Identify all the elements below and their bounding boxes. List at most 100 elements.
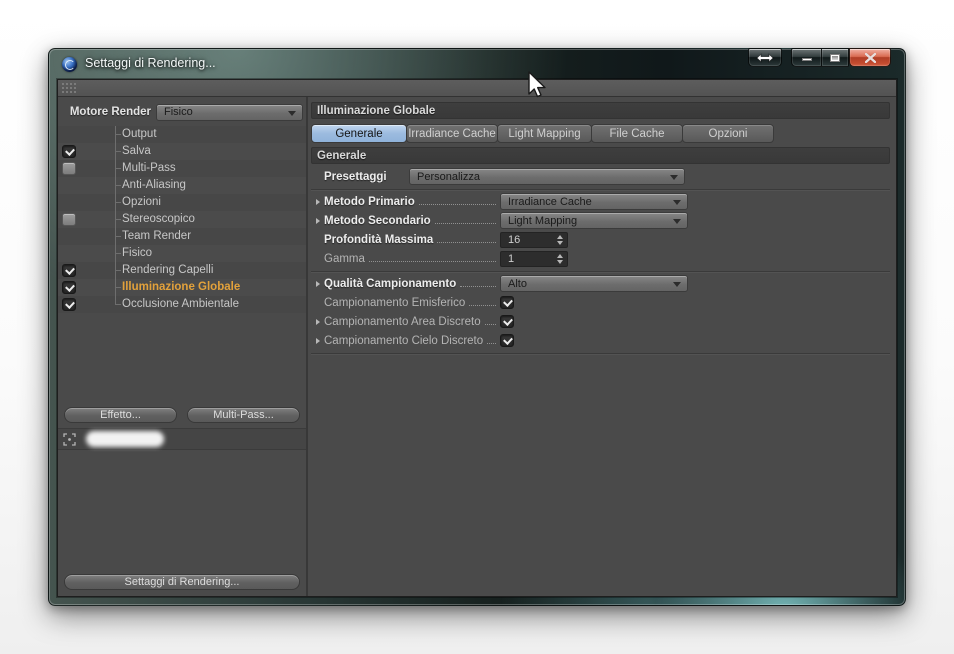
render-settings-button[interactable]: Settaggi di Rendering... <box>64 574 300 590</box>
tab-file-cache[interactable]: File Cache <box>591 124 683 143</box>
desktop: { "window": { "title": "Settaggi di Rend… <box>0 0 954 654</box>
campionamento-emisferico-checkbox[interactable] <box>500 296 514 309</box>
checkbox-unchecked[interactable] <box>62 162 76 175</box>
param-metodo-primario: Metodo Primario Irradiance Cache <box>311 192 890 211</box>
horizontal-resize-icon <box>756 52 774 63</box>
param-label: Campionamento Cielo Discreto <box>324 334 484 347</box>
render-engine-select[interactable]: Fisico <box>156 103 303 121</box>
expand-arrow-icon[interactable] <box>315 337 320 344</box>
client-area: Motore Render Fisico Output Salva Multi-… <box>57 79 897 597</box>
resize-button[interactable] <box>748 48 782 67</box>
sidebar-item-output[interactable]: Output <box>58 126 306 143</box>
dot-leader <box>418 204 496 205</box>
param-gamma: Gamma 1 <box>311 249 890 268</box>
tab-irradiance-cache[interactable]: Irradiance Cache <box>406 124 498 143</box>
window-title: Settaggi di Rendering... <box>85 56 216 70</box>
expand-arrow-icon[interactable] <box>315 198 320 205</box>
panel-header: Illuminazione Globale <box>311 102 890 119</box>
spinner-arrows-icon[interactable] <box>557 253 563 264</box>
qualita-campionamento-select[interactable]: Alto <box>500 275 688 292</box>
section-header: Generale <box>311 147 890 164</box>
param-qualita-campionamento: Qualità Campionamento Alto <box>311 274 890 293</box>
sidebar-item-team-render[interactable]: Team Render <box>58 228 306 245</box>
sidebar-item-rendering-capelli[interactable]: Rendering Capelli <box>58 262 306 279</box>
render-settings-window: Settaggi di Rendering... Motore Render F… <box>48 48 906 606</box>
param-label: Profondità Massima <box>324 233 434 246</box>
effect-button[interactable]: Effetto... <box>64 407 177 423</box>
checkbox-checked[interactable] <box>62 264 76 277</box>
tab-opzioni[interactable]: Opzioni <box>682 124 774 143</box>
minimize-icon <box>801 58 812 61</box>
sidebar-item-salva[interactable]: Salva <box>58 143 306 160</box>
minimize-button[interactable] <box>791 48 821 67</box>
target-brackets-icon <box>63 432 76 446</box>
sidebar-item-multi-pass[interactable]: Multi-Pass <box>58 160 306 177</box>
illumination-panel: Illuminazione Globale Generale Irradianc… <box>308 97 896 596</box>
checkbox-checked[interactable] <box>62 298 76 311</box>
settings-sidebar: Motore Render Fisico Output Salva Multi-… <box>58 97 308 596</box>
profondita-massima-input[interactable]: 16 <box>500 231 568 248</box>
param-profondita-massima: Profondità Massima 16 <box>311 230 890 249</box>
dot-leader <box>434 223 496 224</box>
close-button[interactable] <box>849 48 891 67</box>
param-label: Presettaggi <box>324 170 387 183</box>
sidebar-item-occlusione-ambientale[interactable]: Occlusione Ambientale <box>58 296 306 313</box>
checkbox-checked[interactable] <box>62 145 76 158</box>
maximize-icon <box>830 53 840 62</box>
param-label: Campionamento Emisferico <box>324 296 466 309</box>
chevron-down-icon <box>288 110 296 116</box>
grip-handle-icon[interactable] <box>61 82 77 94</box>
param-campionamento-emisferico: Campionamento Emisferico <box>311 293 890 312</box>
chevron-down-icon <box>673 219 681 224</box>
dot-leader <box>460 286 496 287</box>
chevron-down-icon <box>670 175 678 180</box>
tab-generale[interactable]: Generale <box>311 124 407 143</box>
param-presettaggi: Presettaggi Personalizza <box>311 167 890 186</box>
metodo-primario-select[interactable]: Irradiance Cache <box>500 193 688 210</box>
settings-tree: Output Salva Multi-Pass Anti-Aliasing Op… <box>58 126 306 313</box>
metodo-secondario-select[interactable]: Light Mapping <box>500 212 688 229</box>
sidebar-item-anti-aliasing[interactable]: Anti-Aliasing <box>58 177 306 194</box>
tab-light-mapping[interactable]: Light Mapping <box>497 124 592 143</box>
dot-leader <box>487 343 496 344</box>
param-campionamento-area-discreto: Campionamento Area Discreto <box>311 312 890 331</box>
render-engine-label: Motore Render <box>69 106 151 118</box>
dot-leader <box>469 305 496 306</box>
tab-bar: Generale Irradiance Cache Light Mapping … <box>311 124 890 143</box>
sidebar-item-fisico[interactable]: Fisico <box>58 245 306 262</box>
separator <box>311 353 890 354</box>
param-label: Gamma <box>324 252 365 265</box>
bottom-button-wrap: Settaggi di Rendering... <box>58 574 306 590</box>
render-engine-row: Motore Render Fisico <box>61 102 303 122</box>
gamma-input[interactable]: 1 <box>500 250 568 267</box>
checkbox-unchecked[interactable] <box>62 213 76 226</box>
effects-button-row: Effetto... Multi-Pass... <box>64 407 300 423</box>
sidebar-item-stereoscopico[interactable]: Stereoscopico <box>58 211 306 228</box>
menu-grip-bar[interactable] <box>58 80 896 97</box>
maximize-button[interactable] <box>821 48 849 67</box>
cinema4d-app-icon <box>62 57 77 72</box>
sidebar-item-illuminazione-globale[interactable]: Illuminazione Globale <box>58 279 306 296</box>
chevron-down-icon <box>673 282 681 287</box>
render-engine-value: Fisico <box>164 106 193 118</box>
expand-arrow-icon[interactable] <box>315 217 320 224</box>
sidebar-item-opzioni[interactable]: Opzioni <box>58 194 306 211</box>
expand-arrow-icon[interactable] <box>315 280 320 287</box>
campionamento-cielo-discreto-checkbox[interactable] <box>500 334 514 347</box>
render-preset-row[interactable] <box>58 428 306 450</box>
expand-arrow-icon[interactable] <box>315 318 320 325</box>
tree-line <box>115 126 116 305</box>
separator <box>311 189 890 190</box>
campionamento-area-discreto-checkbox[interactable] <box>500 315 514 328</box>
dot-leader <box>368 261 496 262</box>
chevron-down-icon <box>673 200 681 205</box>
presettaggi-select[interactable]: Personalizza <box>409 168 685 185</box>
spinner-arrows-icon[interactable] <box>557 234 563 245</box>
dot-leader <box>437 242 496 243</box>
mouse-cursor <box>528 71 546 98</box>
multi-pass-button[interactable]: Multi-Pass... <box>187 407 300 423</box>
checkbox-checked[interactable] <box>62 281 76 294</box>
caption-buttons <box>748 48 891 67</box>
redacted-preset-name <box>86 431 164 447</box>
titlebar[interactable]: Settaggi di Rendering... <box>49 48 905 79</box>
